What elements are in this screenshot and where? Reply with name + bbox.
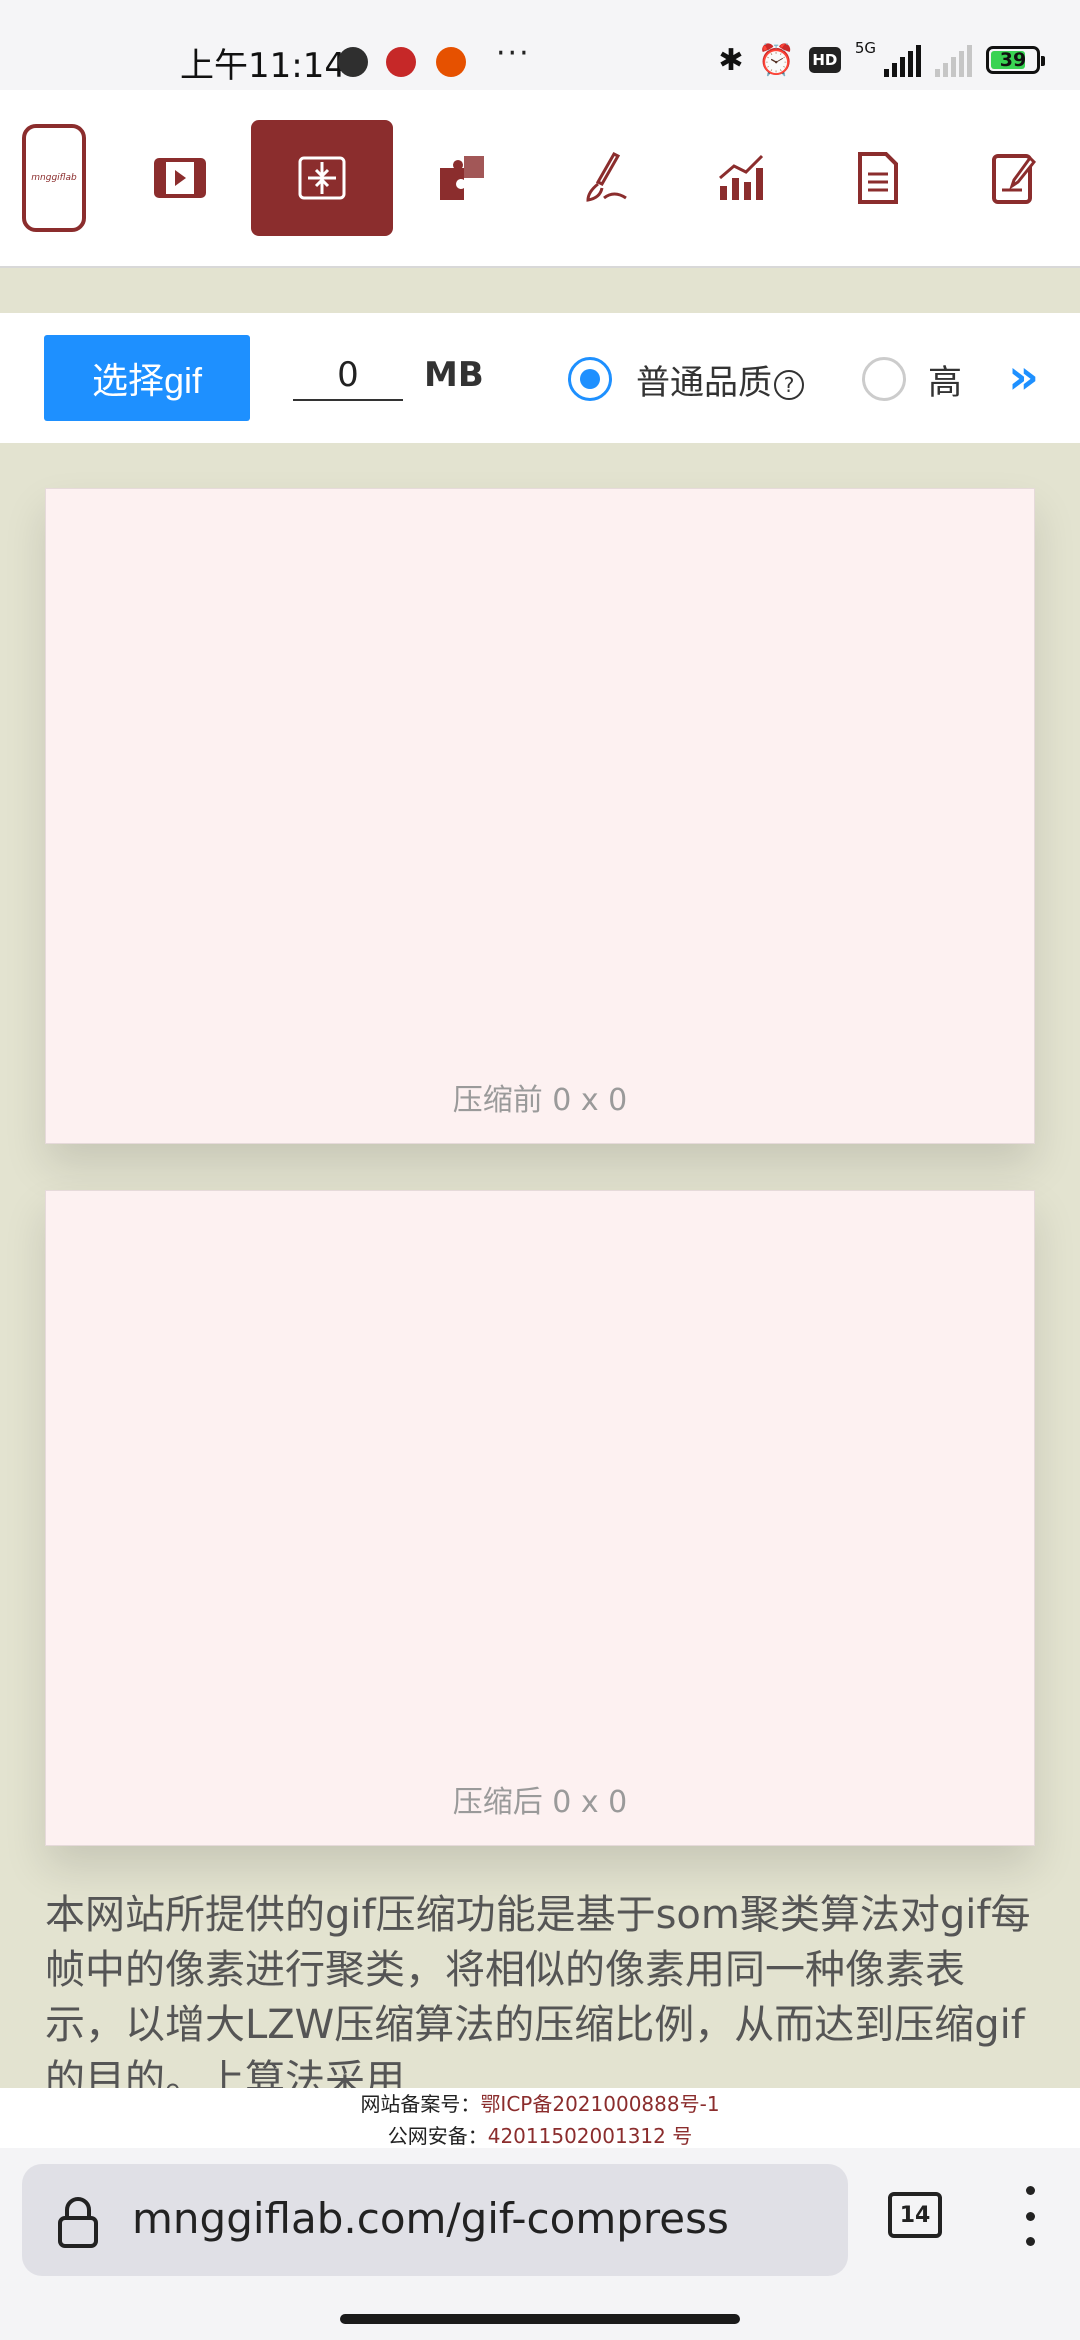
tab-switcher-button[interactable]: 14 [888,2192,942,2238]
network-type: 5G [854,39,876,57]
home-indicator[interactable] [340,2314,740,2324]
film-icon [154,158,206,198]
draw-tool-button[interactable] [574,120,638,236]
address-bar[interactable]: mnggiflab.com/gif-compress [22,2164,848,2276]
alarm-icon: ⏰ [757,42,795,78]
normal-quality-label: 普通品质? [636,355,804,404]
icp-label: 网站备案号： [360,2092,481,2116]
more-notifications-icon: ··· [496,36,531,71]
icp-link[interactable]: 鄂ICP备2021000888号-1 [480,2092,719,2116]
help-icon[interactable]: ? [774,369,804,400]
signal-icon [884,43,921,77]
video-tool-button[interactable] [148,120,212,236]
before-caption: 压缩前 0 x 0 [452,1083,628,1118]
icp-line: 网站备案号：鄂ICP备2021000888号-1 [0,2088,1080,2120]
target-size-input[interactable] [293,351,403,401]
site-logo[interactable]: mnggiflab [22,124,86,232]
compress-icon [298,156,346,200]
options-row: 选择gif MB 普通品质? 高 » [0,313,1080,443]
logo-text: mnggiflab [31,173,77,183]
compress-tool-button[interactable] [251,120,393,236]
hd-badge: HD [808,47,841,73]
footer: 网站备案号：鄂ICP备2021000888号-1 公网安备：4201150200… [0,2088,1080,2148]
battery-icon: 39 [986,46,1045,74]
bluetooth-icon: ✱ [718,42,744,78]
chevron-right-icon[interactable]: » [1008,353,1039,401]
high-quality-label: 高 [928,363,962,403]
status-time: 上午11:14 [180,46,346,86]
signal-secondary-icon [935,43,972,77]
after-caption: 压缩后 0 x 0 [452,1785,628,1820]
chart-icon [719,154,764,200]
select-gif-button[interactable]: 选择gif [44,335,250,421]
normal-quality-text: 普通品质 [636,363,772,403]
tool-navbar: mnggiflab [0,90,1080,268]
police-label: 公网安备： [387,2124,488,2148]
battery-level: 39 [999,49,1027,71]
app-notification-icon [436,47,466,77]
high-quality-radio[interactable] [862,357,906,401]
chart-tool-button[interactable] [710,120,774,236]
puzzle-tool-button[interactable] [430,120,494,236]
lock-icon [58,2197,98,2248]
edit-note-icon [992,154,1037,204]
normal-quality-radio[interactable] [568,357,612,401]
url-text: mnggiflab.com/gif-compress [132,2194,729,2243]
browser-bar: mnggiflab.com/gif-compress 14 [0,2148,1080,2340]
menu-icon[interactable] [1024,2186,1036,2246]
police-link[interactable]: 42011502001312 号 [488,2124,693,2148]
puzzle-icon [440,156,484,200]
brush-icon [586,152,627,202]
document-tool-button[interactable] [846,120,910,236]
document-icon [858,152,898,204]
app-notification-icon [338,47,368,77]
description-text: 本网站所提供的gif压缩功能是基于som聚类算法对gif每帧中的像素进行聚类，将… [45,1892,1031,2103]
status-bar: 上午11:14 ··· ✱ ⏰ HD 5G 39 [0,0,1080,90]
app-notification-icon [386,47,416,77]
size-unit-label: MB [424,355,484,395]
before-preview-panel: 压缩前 0 x 0 [45,488,1035,1144]
edit-tool-button[interactable] [982,120,1046,236]
after-preview-panel: 压缩后 0 x 0 [45,1190,1035,1846]
